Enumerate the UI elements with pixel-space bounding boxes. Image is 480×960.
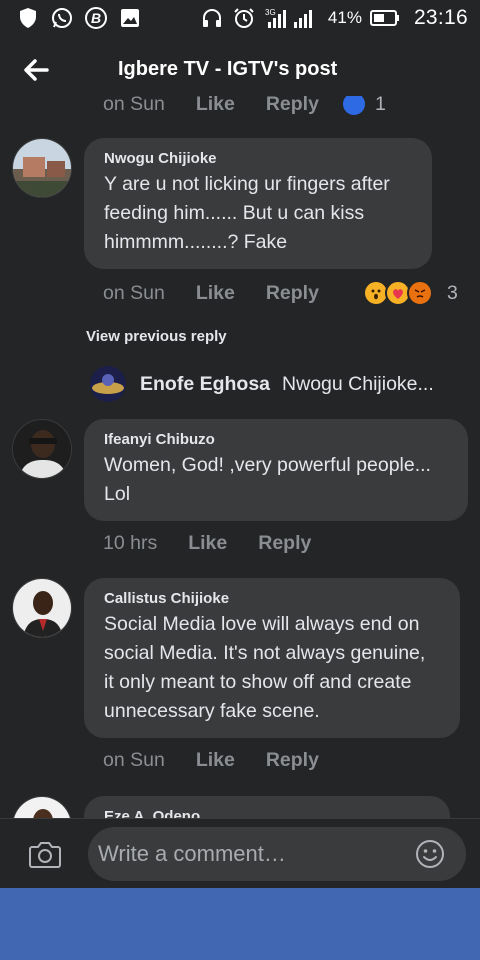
comment-actions: on Sun Like Reply — [103, 749, 319, 772]
comments-feed[interactable]: on Sun Like Reply 1 Nwogu Chijioke Y are… — [0, 96, 480, 818]
comment-input-container[interactable] — [88, 827, 466, 881]
reply-preview[interactable]: Enofe Eghosa Nwogu Chijioke... — [90, 366, 434, 402]
like-reaction-icon — [340, 96, 367, 117]
comment-text: Y are u not licking ur fingers after fee… — [104, 173, 390, 253]
gallery-icon — [118, 6, 142, 30]
reply-author: Enofe Eghosa — [140, 372, 271, 395]
comment-actions: 10 hrs Like Reply — [103, 532, 311, 555]
like-button[interactable]: Like — [196, 749, 235, 772]
back-arrow-icon — [24, 59, 49, 81]
clock: 23:16 — [413, 6, 468, 29]
network-label: 3G — [265, 8, 276, 17]
view-previous-reply-link[interactable]: View previous reply — [86, 328, 227, 345]
page-title: Igbere TV - IGTV's post — [118, 58, 338, 80]
comment-author[interactable]: Ifeanyi Chibuzo — [104, 431, 448, 448]
reply-button[interactable]: Reply — [266, 96, 319, 116]
comment-bubble: Nwogu Chijioke Y are u not licking ur fi… — [84, 138, 432, 269]
comment-text: Social Media love will always end on soc… — [104, 613, 426, 722]
b-app-icon: B — [84, 6, 108, 30]
emoji-button[interactable] — [414, 838, 446, 870]
reactions[interactable] — [362, 280, 433, 306]
avatar[interactable] — [12, 138, 72, 198]
whatsapp-icon — [50, 6, 74, 30]
angry-reaction-icon — [406, 280, 433, 306]
comment-input[interactable] — [98, 841, 398, 867]
comment-time: on Sun — [103, 96, 165, 115]
app-header: Igbere TV - IGTV's post — [0, 36, 480, 104]
reply-text: Nwogu Chijioke... — [282, 372, 434, 395]
partial-comment-actions: on Sun Like Reply 1 — [103, 96, 386, 117]
status-bar: B 3G 41% 23:16 — [0, 0, 480, 36]
comment-bubble: Eze A. Odeno — [84, 796, 450, 818]
alarm-icon — [232, 6, 256, 30]
shield-icon — [16, 6, 40, 30]
system-nav-bar — [0, 888, 480, 960]
reaction-count: 3 — [446, 281, 458, 304]
comment-bubble: Ifeanyi Chibuzo Women, God! ,very powerf… — [84, 419, 468, 521]
camera-icon — [29, 842, 61, 868]
reply-button[interactable]: Reply — [258, 532, 311, 555]
like-button[interactable]: Like — [196, 96, 235, 116]
camera-button[interactable] — [28, 839, 62, 869]
battery-percent: 41% — [327, 8, 362, 27]
comment-author[interactable]: Callistus Chijioke — [104, 590, 440, 607]
avatar[interactable] — [12, 796, 72, 818]
headphones-icon — [200, 6, 224, 30]
comment-time: on Sun — [103, 281, 165, 304]
comment-author[interactable]: Nwogu Chijioke — [104, 150, 412, 167]
signal-icon: 3G — [264, 6, 320, 30]
back-button[interactable] — [20, 54, 52, 86]
comment-actions: on Sun Like Reply 3 — [103, 280, 458, 306]
avatar[interactable] — [12, 578, 72, 638]
reply-button[interactable]: Reply — [266, 749, 319, 772]
avatar[interactable] — [12, 419, 72, 479]
like-button[interactable]: Like — [196, 282, 235, 305]
avatar[interactable] — [90, 366, 126, 402]
svg-text:B: B — [91, 10, 101, 26]
comment-composer — [0, 819, 480, 888]
like-button[interactable]: Like — [188, 532, 227, 555]
reaction-count: 1 — [374, 96, 386, 115]
comment-author[interactable]: Eze A. Odeno — [104, 808, 430, 818]
comment-bubble: Callistus Chijioke Social Media love wil… — [84, 578, 460, 738]
reply-button[interactable]: Reply — [266, 282, 319, 305]
emoji-icon — [416, 840, 444, 868]
comment-time: 10 hrs — [103, 532, 158, 554]
comment-time: on Sun — [103, 749, 165, 771]
battery-icon — [369, 6, 400, 30]
comment-text: Women, God! ,very powerful people... Lol — [104, 454, 431, 505]
